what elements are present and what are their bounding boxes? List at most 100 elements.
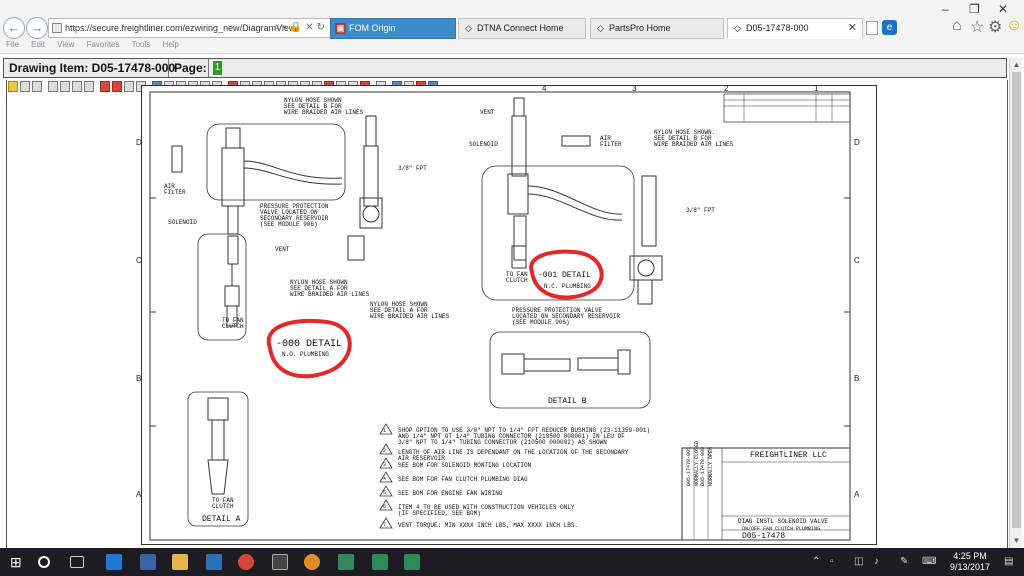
fit-height-icon[interactable] [72,81,82,92]
drawing-item-label: Drawing Item: D05-17478-000 [9,61,176,75]
tab-favicon: ▣ [335,23,346,34]
vertical-scrollbar[interactable]: ▲ ▼ [1009,58,1022,548]
zoom-out-icon[interactable] [112,81,122,92]
app-icon[interactable] [372,554,388,570]
tab-favicon: ◇ [597,23,604,33]
app-icon[interactable] [338,554,354,570]
back-button[interactable]: ← [3,17,25,39]
zoom-window-icon[interactable] [124,81,134,92]
detail-000-title: -000 DETAIL [276,339,343,350]
open-icon[interactable] [8,81,18,92]
address-controls[interactable]: ⌕▾🔒✕↻ [274,19,328,37]
drawing-sheet: 4 3 2 1 D C B A D C B A NYLON HOSE SHOWN… [136,84,877,545]
menu-view[interactable]: View [57,40,74,49]
app-icon[interactable] [272,554,288,570]
volume-icon[interactable]: ♪ [874,556,879,567]
new-tab-button[interactable] [866,21,878,35]
taskbar: ⊞ ⌃ ▫ ◫ ♪ ✎ ⌨ 4:25 PM 9/13/2017 ▤ [0,548,1024,576]
minimize-icon[interactable]: – [942,2,949,16]
save-icon[interactable] [20,81,30,92]
zoom-in-icon[interactable] [100,81,110,92]
title-block-number: D05-17478 [742,532,786,541]
settings-gear-icon[interactable]: ⚙ [988,17,1002,37]
close-tab-icon[interactable]: ✕ [848,19,857,38]
address-bar[interactable]: https://secure.freightliner.com/ezwiring… [48,18,332,38]
tray-app-icon[interactable]: ▫ [830,556,834,567]
tray-chevron-icon[interactable]: ⌃ [812,556,820,567]
callout-fpt: 3/8" FPT [398,165,427,172]
callout-nylon-hose-a: NYLON HOSE SHOWN SEE DETAIL A FOR WIRE B… [290,279,370,298]
clock-date: 9/13/2017 [949,562,990,572]
scroll-up-icon[interactable]: ▲ [1012,60,1021,70]
windows-start-icon[interactable]: ⊞ [10,554,26,570]
pen-icon[interactable]: ✎ [900,556,908,567]
app-icon[interactable] [140,554,156,570]
scroll-thumb[interactable] [1012,72,1021,528]
callout-air-filter: AIR FILTER [600,135,622,148]
forward-button[interactable]: → [26,17,48,39]
keyboard-icon[interactable]: ⌨ [922,556,936,567]
tab-dtna-connect[interactable]: ◇ DTNA Connect Home [458,18,586,39]
network-icon[interactable]: ◫ [854,556,863,567]
edge-browser-icon[interactable] [106,554,122,570]
tab-favicon: ◇ [734,23,741,33]
tab-label: FOM Origin [349,23,396,33]
callout-to-fan-clutch: TO FAN CLUTCH [506,271,528,284]
note-number: 5 [383,490,387,496]
close-window-icon[interactable]: ✕ [998,2,1008,16]
title-block-description: DIAG INSTL SOLENOID VALVE [738,518,829,525]
scroll-down-icon[interactable]: ▼ [1012,536,1021,546]
search-icon[interactable] [38,556,50,568]
detail-a-to-fan: TO FAN CLUTCH [212,497,234,510]
note-number: 7 [383,522,387,528]
strip-dash-number: D05-17478-001 [686,446,692,486]
menu-tools[interactable]: Tools [132,40,151,49]
favorites-star-icon[interactable]: ☆ [970,17,984,37]
clock-time: 4:25 PM [953,551,987,561]
fit-page-icon[interactable] [48,81,58,92]
tab-diagram[interactable]: ◇ D05-17478-000 ✕ [727,18,863,39]
callout-pressure-valve: PRESSURE PROTECTION VALVE LOCATED ON SEC… [260,203,329,228]
store-icon[interactable] [206,554,222,570]
drawing-header: Drawing Item: D05-17478-000 Page: 1 [3,58,1007,78]
feedback-smiley-icon[interactable]: ☺ [1006,17,1022,35]
row-label: D [854,138,860,147]
callout-to-fan-clutch: TO FAN CLUTCH [222,317,244,330]
notifications-icon[interactable]: ▤ [1004,556,1013,567]
detail-001-subtitle: N.C. PLUMBING [544,283,591,290]
page-number-field[interactable]: 1 [213,61,222,75]
note-text: SEE BOM FOR SOLENOID MONTING LOCATION [398,462,532,469]
tab-fom-origin[interactable]: ▣ FOM Origin [330,18,456,39]
callout-solenoid: SOLENOID [469,141,498,148]
callout-air-filter: AIR FILTER [164,183,186,196]
tab-favicon: ◇ [465,23,472,33]
note-number: 6 [383,504,387,510]
chrome-icon[interactable] [238,554,254,570]
callout-nylon-hose-a: NYLON HOSE SHOWN SEE DETAIL A FOR WIRE B… [370,301,450,320]
detail-001-title: -001 DETAIL [538,271,591,280]
fit-width-icon[interactable] [60,81,70,92]
callout-fpt: 3/8" FPT [686,207,715,214]
strip-description: NORMALLY OPEN [708,446,714,486]
menu-file[interactable]: File [6,40,19,49]
tab-label: DTNA Connect Home [477,23,564,33]
detail-000-subtitle: N.O. PLUMBING [282,351,329,358]
row-label: A [854,490,860,499]
menu-favorites[interactable]: Favorites [87,40,120,49]
app-icon[interactable] [304,554,320,570]
app-icon[interactable] [404,554,420,570]
note-text: ITEM 4 TO BE USED WITH CONSTRUCTION VEHI… [398,504,575,517]
actual-size-icon[interactable] [84,81,94,92]
task-view-icon[interactable] [70,556,84,568]
note-number: 1 [383,428,387,434]
print-icon[interactable] [32,81,42,92]
tab-partspro[interactable]: ◇ PartsPro Home [590,18,724,39]
menu-help[interactable]: Help [163,40,179,49]
system-clock[interactable]: 4:25 PM 9/13/2017 [950,551,990,573]
file-explorer-icon[interactable] [172,554,188,570]
restore-icon[interactable]: ❐ [969,2,980,16]
home-icon[interactable]: ⌂ [952,17,962,35]
menu-edit[interactable]: Edit [31,40,45,49]
note-text: SEE BOM FOR ENGINE FAN WIRING [398,490,503,497]
callout-vent: VENT [275,246,290,253]
